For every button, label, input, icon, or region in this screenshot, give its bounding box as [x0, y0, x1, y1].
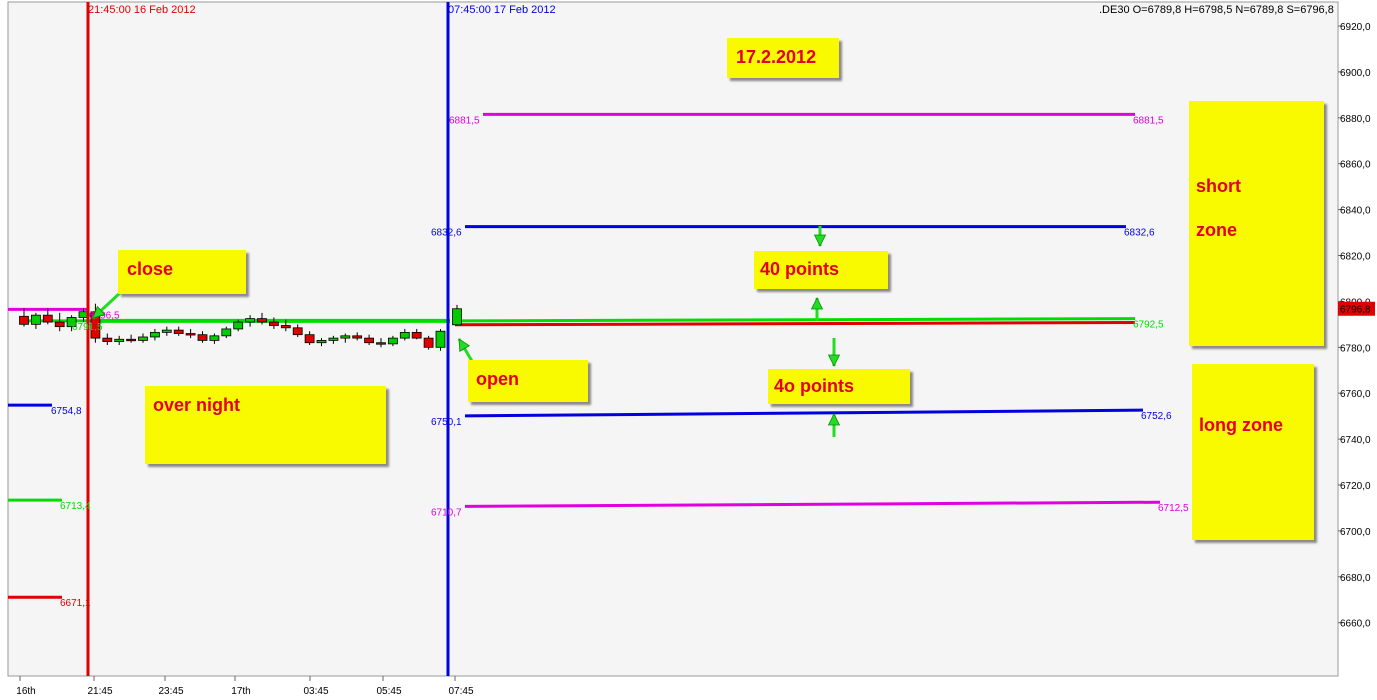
- candle-body: [19, 315, 29, 325]
- y-tick-label: 6660,0: [1340, 619, 1371, 630]
- today-level-start-label: 6832,6: [431, 228, 462, 239]
- y-tick-label: 6700,0: [1340, 527, 1371, 538]
- y-tick-label: 6880,0: [1340, 114, 1371, 125]
- y-tick-label: 6900,0: [1340, 68, 1371, 79]
- note-short-zone-line2: zone: [1196, 220, 1238, 240]
- candle-body: [411, 331, 422, 339]
- y-tick-label: 6740,0: [1340, 435, 1371, 446]
- y-tick-label: 6860,0: [1340, 160, 1371, 171]
- y-tick-label: 6680,0: [1340, 573, 1371, 584]
- today-level-end-label: 6881,5: [1133, 115, 1164, 126]
- candle-body: [304, 334, 315, 344]
- note-points-upper-text: 40 points: [760, 259, 840, 279]
- note-points-lower-text: 4o points: [774, 376, 854, 396]
- y-tick-label: 6820,0: [1340, 252, 1371, 263]
- prev-level-label: 6754,8: [51, 406, 82, 417]
- note-date: 17.2.2012: [727, 38, 839, 78]
- price-chart: 21:45:00 16 Feb 2012 07:45:00 17 Feb 2012…: [7, 1, 1375, 697]
- candle-body: [149, 331, 160, 338]
- candle-body: [328, 337, 339, 341]
- x-tick-label: 21:45: [87, 686, 112, 697]
- y-tick-label: 6720,0: [1340, 481, 1371, 492]
- y-tick-label: 6780,0: [1340, 343, 1371, 354]
- x-tick-label: 23:45: [158, 686, 183, 697]
- note-close: close: [118, 250, 246, 294]
- today-level-start-label: 6881,5: [449, 115, 480, 126]
- candle-body: [54, 321, 65, 328]
- prev-level-label: 6671,1: [60, 598, 91, 609]
- plot-area: [7, 1, 1339, 677]
- x-tick-label: 05:45: [376, 686, 401, 697]
- candle-body: [316, 340, 327, 344]
- candle-body: [42, 314, 53, 323]
- candle-body: [257, 318, 267, 323]
- candle-body: [292, 327, 303, 336]
- candle-body: [173, 329, 184, 334]
- candle-body: [340, 335, 351, 339]
- candle-body: [185, 333, 196, 336]
- note-points-lower: 4o points: [768, 369, 910, 404]
- candle-body: [387, 337, 398, 345]
- prev-level-label: 6791,5: [72, 322, 103, 333]
- note-over-night: over night: [145, 386, 386, 464]
- x-tick-label: 16th: [16, 686, 35, 697]
- candle-body: [435, 330, 446, 348]
- note-long-zone-text: long zone: [1199, 415, 1283, 435]
- note-open-text: open: [476, 369, 519, 389]
- candle-body: [30, 314, 41, 325]
- candle-body: [233, 321, 244, 330]
- candle-body: [452, 308, 462, 326]
- today-level-end-label: 6792,5: [1133, 320, 1164, 331]
- x-tick-label: 07:45: [448, 686, 473, 697]
- candle-body: [268, 321, 279, 326]
- candle-body: [197, 334, 208, 341]
- candle-body: [126, 338, 136, 342]
- today-level-end-label: 6752,6: [1141, 411, 1172, 422]
- note-short-zone: short zone: [1189, 101, 1324, 346]
- candle-body: [399, 331, 410, 339]
- today-level-start-label: 6710,7: [431, 507, 462, 518]
- y-tick-label: 6840,0: [1340, 206, 1371, 217]
- candle-body: [280, 325, 291, 329]
- candle-body: [352, 335, 363, 339]
- today-level-end-label: 6832,6: [1124, 228, 1155, 239]
- note-open: open: [468, 360, 588, 402]
- note-over-night-text: over night: [153, 395, 241, 415]
- candle-body: [102, 337, 113, 342]
- candle-body: [221, 328, 232, 337]
- note-close-text: close: [127, 259, 174, 279]
- vertical-marker-label: 21:45:00 16 Feb 2012: [88, 4, 196, 16]
- vertical-marker-label: 07:45:00 17 Feb 2012: [448, 4, 556, 16]
- candle-body: [364, 337, 375, 344]
- y-tick-label: 6920,0: [1340, 22, 1371, 33]
- candle-body: [138, 336, 148, 341]
- x-tick-label: 03:45: [303, 686, 328, 697]
- candle-body: [245, 318, 256, 323]
- note-short-zone-line1: short: [1196, 176, 1241, 196]
- x-tick-label: 17th: [231, 686, 250, 697]
- today-level-end-label: 6712,5: [1158, 503, 1189, 514]
- note-date-text: 17.2.2012: [736, 47, 817, 67]
- symbol-ohlc-readout: .DE30 O=6789,8 H=6798,5 N=6789,8 S=6796,…: [1099, 4, 1334, 16]
- note-long-zone: long zone: [1192, 364, 1314, 540]
- note-points-upper: 40 points: [754, 251, 888, 289]
- current-price-label: 6796,8: [1340, 305, 1371, 316]
- candle-body: [161, 329, 172, 333]
- today-level-start-label: 6750,1: [431, 417, 462, 428]
- candle-body: [423, 337, 434, 348]
- candle-body: [209, 335, 220, 341]
- candle-body: [114, 338, 125, 342]
- y-tick-label: 6760,0: [1340, 389, 1371, 400]
- candle-body: [376, 342, 386, 345]
- prev-level-label: 6713,4: [60, 501, 91, 512]
